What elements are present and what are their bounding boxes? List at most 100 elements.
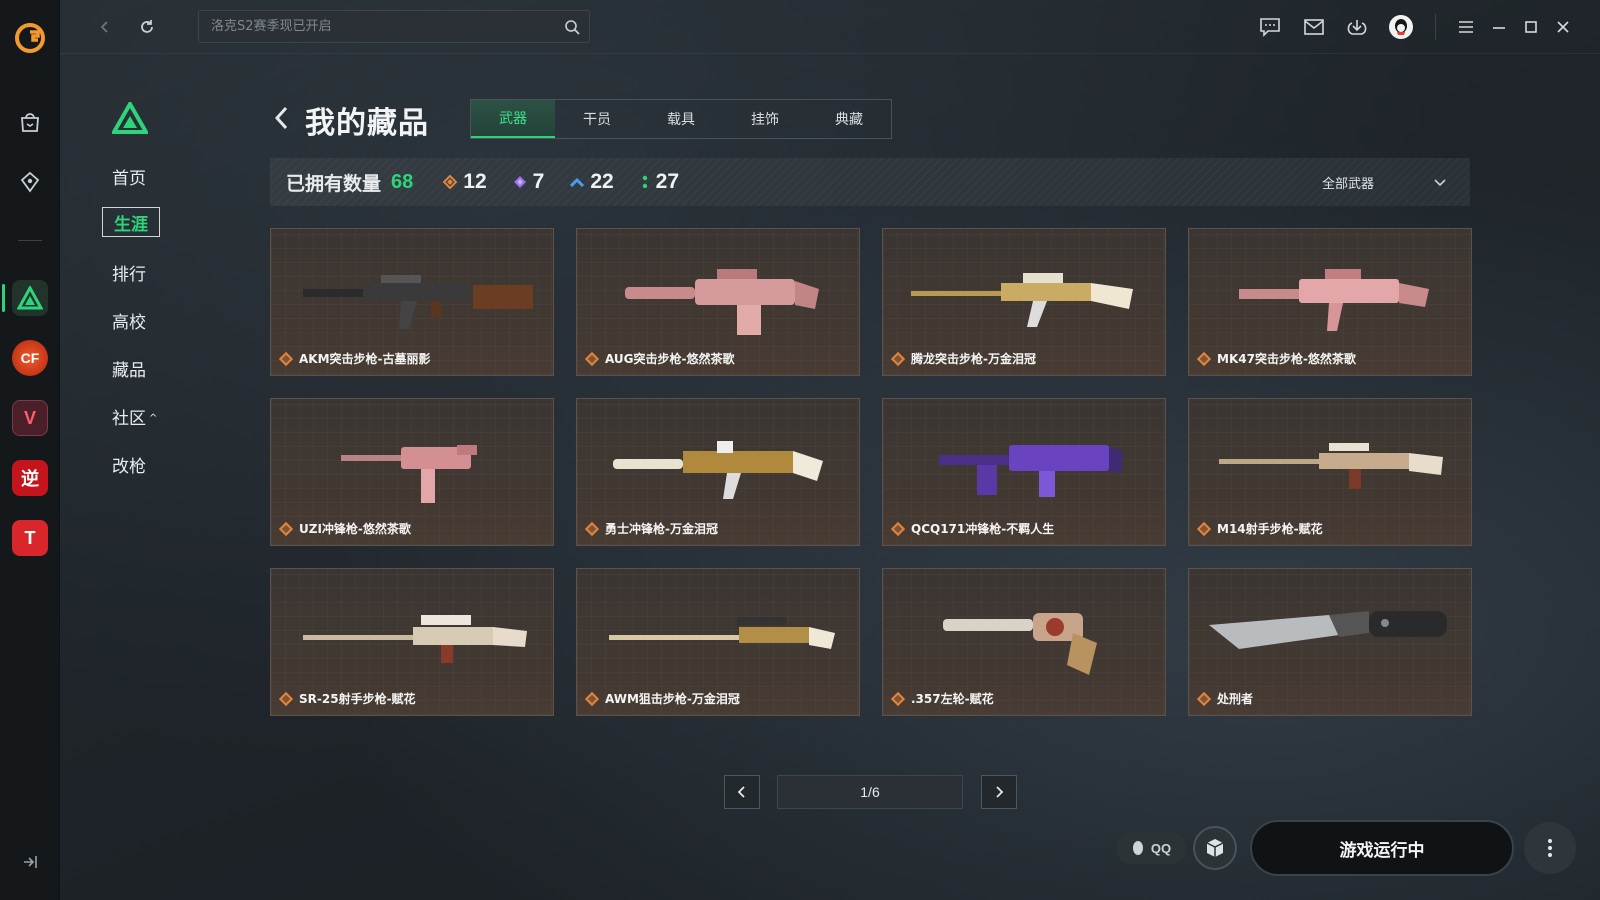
page-indicator: 1/6 (777, 775, 963, 809)
item-card[interactable]: SR-25射手步枪-赋花 (270, 568, 554, 716)
cf-icon-text: CF (20, 350, 40, 366)
chevron-left-icon (737, 786, 745, 798)
item-name: SR-25射手步枪-赋花 (299, 692, 416, 706)
vertical-dots-icon (1548, 839, 1552, 857)
maximize-icon[interactable] (1518, 14, 1544, 40)
rarity-green-count: 27 (655, 170, 680, 193)
message-icon[interactable] (1257, 14, 1283, 40)
valorant-icon[interactable]: V (12, 400, 48, 436)
qq-login-button[interactable]: QQ (1116, 832, 1186, 864)
orange-diamond-icon (1196, 351, 1212, 366)
item-card[interactable]: AKM突击步枪-古墓丽影 (270, 228, 554, 376)
orange-diamond-icon (584, 521, 600, 536)
item-label: UZI冲锋枪-悠然茶歌 (278, 520, 411, 537)
item-card[interactable]: QCQ171冲锋枪-不羁人生 (882, 398, 1166, 546)
back-nav-button[interactable] (92, 14, 118, 40)
tab-charms[interactable]: 挂饰 (723, 100, 807, 138)
search-icon[interactable] (563, 18, 581, 36)
item-label: AKM突击步枪-古墓丽影 (278, 350, 431, 367)
store-bag-icon[interactable] (10, 102, 50, 142)
item-name: QCQ171冲锋枪-不羁人生 (911, 522, 1055, 536)
revolver-image (943, 613, 1097, 675)
sidebar-item-collection[interactable]: 藏品 (112, 356, 146, 381)
item-name: .357左轮-赋花 (911, 692, 994, 706)
sidebar-item-college[interactable]: 高校 (112, 308, 146, 333)
item-name: MK47突击步枪-悠然茶歌 (1217, 352, 1356, 366)
refresh-button[interactable] (134, 14, 160, 40)
item-card[interactable]: 腾龙突击步枪-万金泪冠 (882, 228, 1166, 376)
close-icon[interactable] (1550, 14, 1576, 40)
rarity-purple: 7 (513, 170, 544, 194)
rail-divider (18, 240, 42, 241)
search-input[interactable] (199, 11, 559, 42)
chevron-up-icon: ^ (149, 413, 158, 424)
orange-diamond-icon (1196, 691, 1212, 706)
item-name: UZI冲锋枪-悠然茶歌 (299, 522, 411, 536)
item-label: AUG突击步枪-悠然茶歌 (584, 350, 735, 367)
game-triangle-icon[interactable] (12, 280, 48, 316)
more-options-button[interactable] (1524, 822, 1576, 874)
menu-icon[interactable] (1453, 14, 1479, 40)
orange-diamond-icon (584, 691, 600, 706)
smg-image (939, 445, 1123, 497)
qq-avatar-icon[interactable] (1388, 14, 1414, 40)
item-name: AKM突击步枪-古墓丽影 (299, 352, 431, 366)
rarity-green: 27 (640, 170, 679, 194)
t-icon-text: T (24, 527, 36, 548)
qq-penguin-icon (1132, 841, 1143, 855)
mail-icon[interactable] (1301, 14, 1327, 40)
sidebar-item-community[interactable]: 社区 ^ (112, 404, 157, 429)
game-running-button[interactable]: 游戏运行中 (1250, 820, 1514, 876)
item-card[interactable]: M14射手步枪-赋花 (1188, 398, 1472, 546)
search-box (198, 10, 590, 43)
top-bar (60, 0, 1600, 54)
download-icon[interactable] (1344, 14, 1370, 40)
tab-vehicles[interactable]: 载具 (639, 100, 723, 138)
ownership-stats-bar: 已拥有数量 68 12 7 22 27 全部武器 (270, 158, 1470, 206)
owned-count: 68 (391, 170, 414, 193)
tab-operators[interactable]: 干员 (555, 100, 639, 138)
orange-diamond-icon (278, 351, 294, 366)
app-logo-icon[interactable] (14, 22, 46, 54)
expand-rail-icon[interactable] (20, 852, 40, 872)
item-label: 腾龙突击步枪-万金泪冠 (890, 350, 1036, 367)
orange-diamond-icon (443, 175, 458, 189)
prev-page-button[interactable] (724, 775, 760, 809)
tab-weapons[interactable]: 武器 (471, 100, 555, 138)
item-card[interactable]: MK47突击步枪-悠然茶歌 (1188, 228, 1472, 376)
item-card[interactable]: 处刑者 (1188, 568, 1472, 716)
minimize-icon[interactable] (1486, 14, 1512, 40)
gamepad-tag-icon[interactable] (10, 162, 50, 202)
sidebar-item-ranking[interactable]: 排行 (112, 260, 146, 285)
t-icon[interactable]: T (12, 520, 48, 556)
ni-icon[interactable]: 逆 (12, 460, 48, 496)
sidebar-item-career[interactable]: 生涯 (102, 207, 160, 237)
knife-image (1209, 611, 1447, 649)
rarity-orange: 12 (443, 170, 487, 194)
item-card[interactable]: AUG突击步枪-悠然茶歌 (576, 228, 860, 376)
item-card[interactable]: 勇士冲锋枪-万金泪冠 (576, 398, 860, 546)
game-cube-button[interactable] (1193, 826, 1237, 870)
sidebar-item-home[interactable]: 首页 (112, 164, 146, 189)
sidebar-item-gunsmith[interactable]: 改枪 (112, 452, 146, 477)
item-card[interactable]: AWM狙击步枪-万金泪冠 (576, 568, 860, 716)
back-arrow-icon[interactable] (272, 104, 292, 132)
green-dots-icon (642, 175, 647, 189)
item-label: 处刑者 (1196, 690, 1253, 707)
owned-label: 已拥有数量 (286, 172, 382, 195)
next-page-button[interactable] (981, 775, 1017, 809)
rail-active-indicator (2, 284, 5, 312)
item-card[interactable]: UZI冲锋枪-悠然茶歌 (270, 398, 554, 546)
filter-label: 全部武器 (1321, 176, 1374, 192)
item-label: QCQ171冲锋枪-不羁人生 (890, 520, 1055, 537)
blue-chevron-icon (570, 177, 585, 188)
cf-icon[interactable]: CF (12, 340, 48, 376)
orange-diamond-icon (890, 351, 906, 366)
chevron-left-icon (100, 21, 108, 33)
weapon-filter-dropdown[interactable]: 全部武器 (1322, 158, 1448, 206)
item-card[interactable]: .357左轮-赋花 (882, 568, 1166, 716)
tab-collection[interactable]: 典藏 (807, 100, 891, 138)
smg-image (341, 445, 477, 503)
item-label: .357左轮-赋花 (890, 690, 994, 707)
refresh-icon (141, 20, 153, 33)
